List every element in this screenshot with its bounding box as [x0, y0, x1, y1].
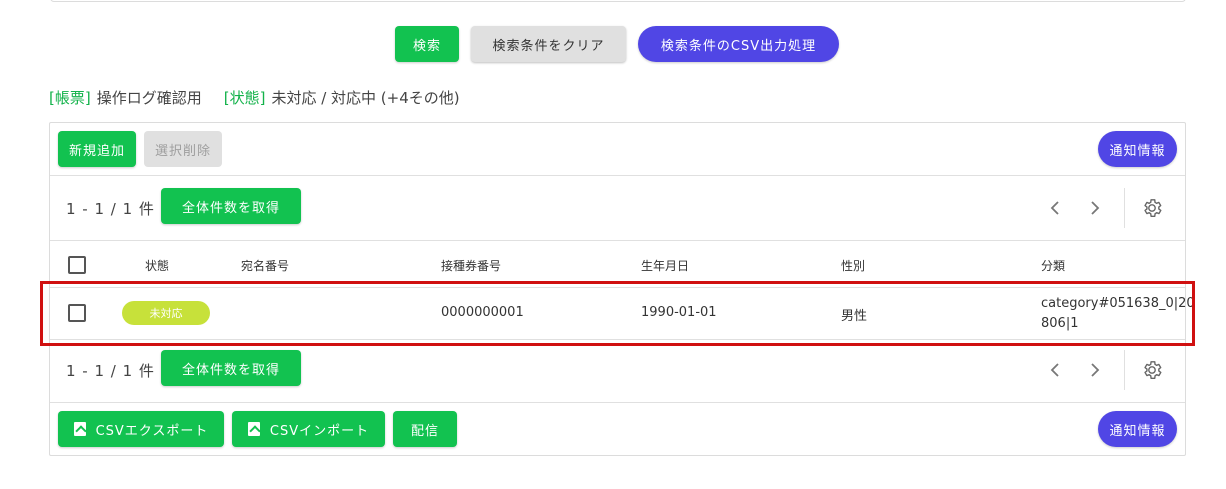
delete-selected-button[interactable]: 選択削除	[144, 131, 222, 167]
csv-import-button[interactable]: CSVインポート	[232, 411, 385, 447]
criteria-value-status: 未対応 / 対応中 (+4その他)	[271, 89, 460, 107]
get-total-count-button[interactable]: 全体件数を取得	[161, 188, 301, 224]
divider	[50, 240, 1185, 241]
csv-export-label: CSVエクスポート	[95, 423, 209, 439]
notification-info-button[interactable]: 通知情報	[1098, 131, 1177, 167]
divider	[50, 339, 1185, 340]
csv-import-label: CSVインポート	[269, 423, 370, 439]
divider	[50, 402, 1185, 403]
column-header-category[interactable]: 分類	[1041, 257, 1065, 274]
chevron-right-icon[interactable]	[1085, 198, 1105, 218]
search-button[interactable]: 検索	[395, 26, 459, 62]
column-header-address-number[interactable]: 宛名番号	[241, 257, 289, 274]
search-form-frame	[50, 0, 1186, 2]
column-header-status[interactable]: 状態	[145, 257, 169, 274]
gear-icon[interactable]	[1141, 197, 1163, 219]
file-import-icon	[247, 422, 260, 436]
row-highlight-box	[40, 281, 1195, 346]
toolbar-separator	[1124, 188, 1125, 228]
file-export-icon	[73, 422, 86, 436]
select-all-checkbox[interactable]	[68, 256, 86, 274]
get-total-count-button-bottom[interactable]: 全体件数を取得	[161, 350, 301, 386]
criteria-key-form: [帳票]	[49, 89, 91, 107]
result-count: 1 - 1 / 1 件	[66, 200, 155, 218]
deliver-button[interactable]: 配信	[393, 411, 457, 447]
criteria-key-status: [状態]	[223, 89, 266, 107]
column-header-gender[interactable]: 性別	[841, 257, 865, 274]
chevron-right-icon[interactable]	[1085, 360, 1105, 380]
criteria-value-form: 操作ログ確認用	[96, 89, 202, 107]
column-header-birthdate[interactable]: 生年月日	[641, 257, 689, 274]
csv-criteria-export-button[interactable]: 検索条件のCSV出力処理	[638, 26, 839, 62]
result-count-bottom: 1 - 1 / 1 件	[66, 362, 155, 380]
gear-icon[interactable]	[1141, 359, 1163, 381]
search-criteria-summary: [帳票] 操作ログ確認用 [状態] 未対応 / 対応中 (+4その他)	[49, 87, 482, 108]
chevron-left-icon[interactable]	[1045, 360, 1065, 380]
add-new-button[interactable]: 新規追加	[58, 131, 136, 167]
notification-info-button-bottom[interactable]: 通知情報	[1098, 411, 1177, 447]
divider	[50, 175, 1185, 176]
column-header-ticket-number[interactable]: 接種券番号	[441, 257, 501, 274]
clear-criteria-button[interactable]: 検索条件をクリア	[471, 26, 626, 62]
chevron-left-icon[interactable]	[1045, 198, 1065, 218]
csv-export-button[interactable]: CSVエクスポート	[58, 411, 224, 447]
toolbar-separator	[1124, 350, 1125, 390]
